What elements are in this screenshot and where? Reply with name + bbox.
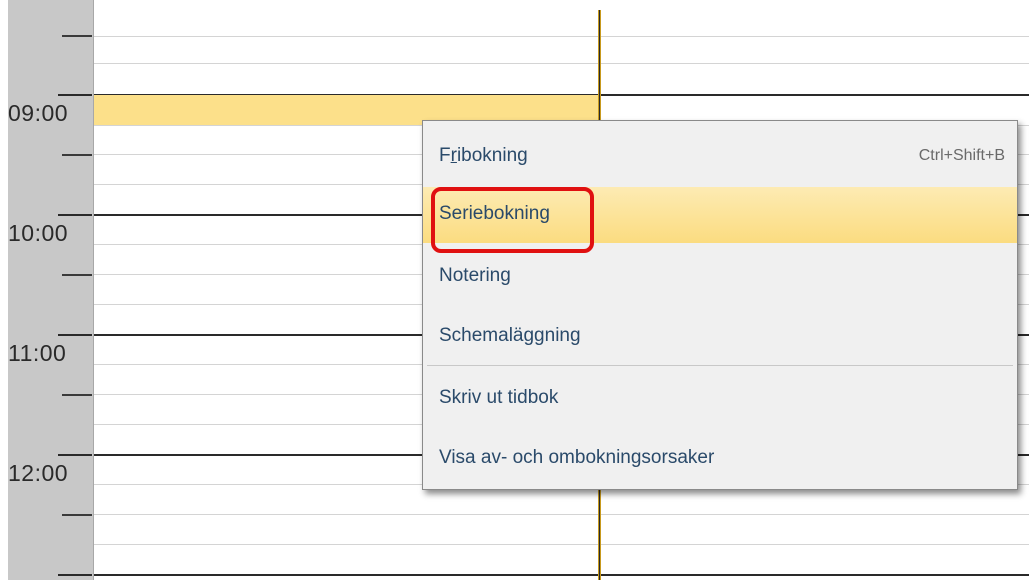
time-label-0900: 09:00	[8, 100, 69, 126]
menu-item-fribokning[interactable]: Fribokning Ctrl+Shift+B	[423, 129, 1017, 185]
annotation-highlight-box	[431, 187, 594, 253]
context-menu: Fribokning Ctrl+Shift+B Seriebokning Not…	[422, 120, 1018, 490]
menu-separator	[427, 365, 1013, 366]
menu-item-skriv-ut-tidbok[interactable]: Skriv ut tidbok	[423, 371, 1017, 427]
time-label-1200: 12:00	[8, 460, 69, 486]
menu-item-shortcut: Ctrl+Shift+B	[918, 147, 1005, 164]
menu-item-label-text: Fribokning	[439, 145, 528, 166]
time-tick-hour	[58, 94, 92, 96]
menu-item-label: Notering	[439, 265, 511, 286]
time-tick	[62, 154, 92, 156]
menu-item-schemalaggning[interactable]: Schemaläggning	[423, 309, 1017, 365]
time-tick	[62, 394, 92, 396]
grid-line	[94, 63, 1029, 64]
grid-line	[94, 514, 1029, 515]
menu-item-label: Skriv ut tidbok	[439, 387, 559, 408]
time-tick-hour	[58, 214, 92, 216]
menu-item-label: Schemaläggning	[439, 325, 581, 346]
menu-item-label: Visa av- och ombokningsorsaker	[439, 447, 715, 468]
time-gutter	[8, 0, 93, 580]
menu-item-visa-orsaker[interactable]: Visa av- och ombokningsorsaker	[423, 431, 1017, 487]
time-tick	[62, 274, 92, 276]
menu-item-label: Fribokning	[439, 145, 528, 167]
time-label-1100: 11:00	[8, 340, 67, 366]
time-tick-hour	[58, 574, 92, 576]
grid-line-hour	[94, 574, 1029, 576]
time-gutter-border	[93, 0, 94, 580]
time-label-1000: 10:00	[8, 220, 69, 246]
time-tick-hour	[58, 334, 92, 336]
time-tick	[62, 35, 92, 37]
menu-item-notering[interactable]: Notering	[423, 249, 1017, 305]
time-tick	[62, 514, 92, 516]
mnemonic-char: r	[450, 145, 457, 166]
grid-line	[94, 544, 1029, 545]
grid-line	[94, 36, 1029, 37]
time-tick-hour	[58, 454, 92, 456]
